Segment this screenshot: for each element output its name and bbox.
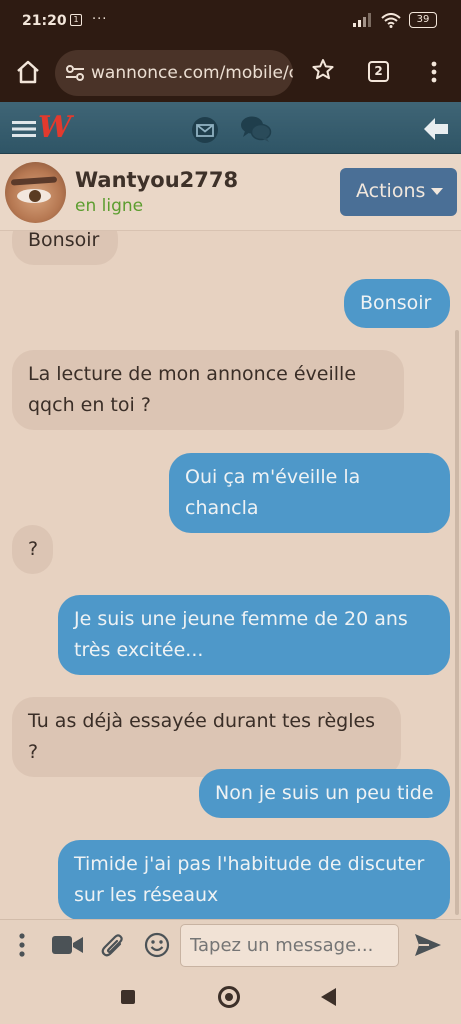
message-bubble-incoming: Bonsoir (12, 231, 118, 265)
paperclip-icon[interactable] (100, 930, 126, 960)
status-time: 21:20 (22, 13, 67, 29)
tab-switcher-button[interactable]: 2 (368, 61, 389, 82)
chat-bubbles-icon[interactable] (240, 114, 272, 144)
message-bubble-outgoing: Je suis une jeune femme de 20 ans très e… (58, 595, 450, 675)
contact-name[interactable]: Wantyou2778 (75, 168, 238, 192)
caret-down-icon (431, 188, 444, 195)
system-navigation-bar (0, 970, 461, 1024)
home-icon[interactable] (14, 58, 42, 86)
browser-toolbar: wannonce.com/mobile/c 2 (0, 44, 461, 102)
browser-menu-icon[interactable] (424, 58, 444, 86)
battery-icon: 39 (409, 12, 437, 28)
home-button[interactable] (218, 986, 240, 1008)
messages-scrollbar[interactable] (455, 330, 459, 915)
message-bubble-incoming: Tu as déjà essayée durant tes règles ? (12, 697, 401, 777)
contact-avatar[interactable] (5, 162, 66, 223)
notification-icon: 1 (70, 13, 82, 26)
message-input[interactable] (180, 924, 399, 967)
emoji-icon[interactable] (144, 932, 170, 958)
site-settings-icon[interactable] (65, 64, 85, 82)
actions-dropdown-button[interactable]: Actions (340, 168, 457, 216)
url-text: wannonce.com/mobile/c (91, 63, 293, 83)
message-list[interactable]: Bonsoir Bonsoir La lecture de mon annonc… (0, 231, 461, 919)
app-navbar: W (0, 102, 461, 154)
send-icon[interactable] (414, 932, 442, 958)
message-bubble-incoming: ? (12, 525, 53, 574)
bookmark-star-icon[interactable] (309, 56, 337, 84)
signal-icon (353, 13, 371, 27)
message-bubble-outgoing: Bonsoir (344, 279, 450, 328)
chat-header: Wantyou2778 en ligne Actions (0, 154, 461, 231)
message-bubble-outgoing: Oui ça m'éveille la chancla (169, 453, 450, 533)
avatar-brow (10, 176, 58, 186)
mail-icon[interactable] (191, 116, 219, 144)
back-arrow-icon[interactable] (422, 116, 450, 142)
more-notifications-icon: ··· (92, 12, 108, 27)
wifi-icon (381, 12, 401, 28)
recents-button[interactable] (121, 990, 135, 1004)
back-button[interactable] (321, 988, 336, 1006)
message-bubble-incoming: La lecture de mon annonce éveille qqch e… (12, 350, 404, 430)
message-bubble-outgoing: Non je suis un peu tide (199, 769, 450, 818)
video-camera-icon[interactable] (52, 934, 83, 956)
actions-label: Actions (356, 180, 426, 202)
site-logo[interactable]: W (38, 112, 72, 144)
online-status: en ligne (75, 196, 144, 216)
avatar-iris (29, 190, 41, 202)
message-composer (0, 919, 461, 970)
status-bar: 21:20 1 ··· 39 (0, 0, 461, 44)
hamburger-menu-icon[interactable] (12, 120, 36, 138)
url-bar[interactable]: wannonce.com/mobile/c (55, 50, 293, 96)
composer-more-icon[interactable] (18, 932, 26, 958)
message-bubble-outgoing: Timide j'ai pas l'habitude de discuter s… (58, 840, 450, 919)
